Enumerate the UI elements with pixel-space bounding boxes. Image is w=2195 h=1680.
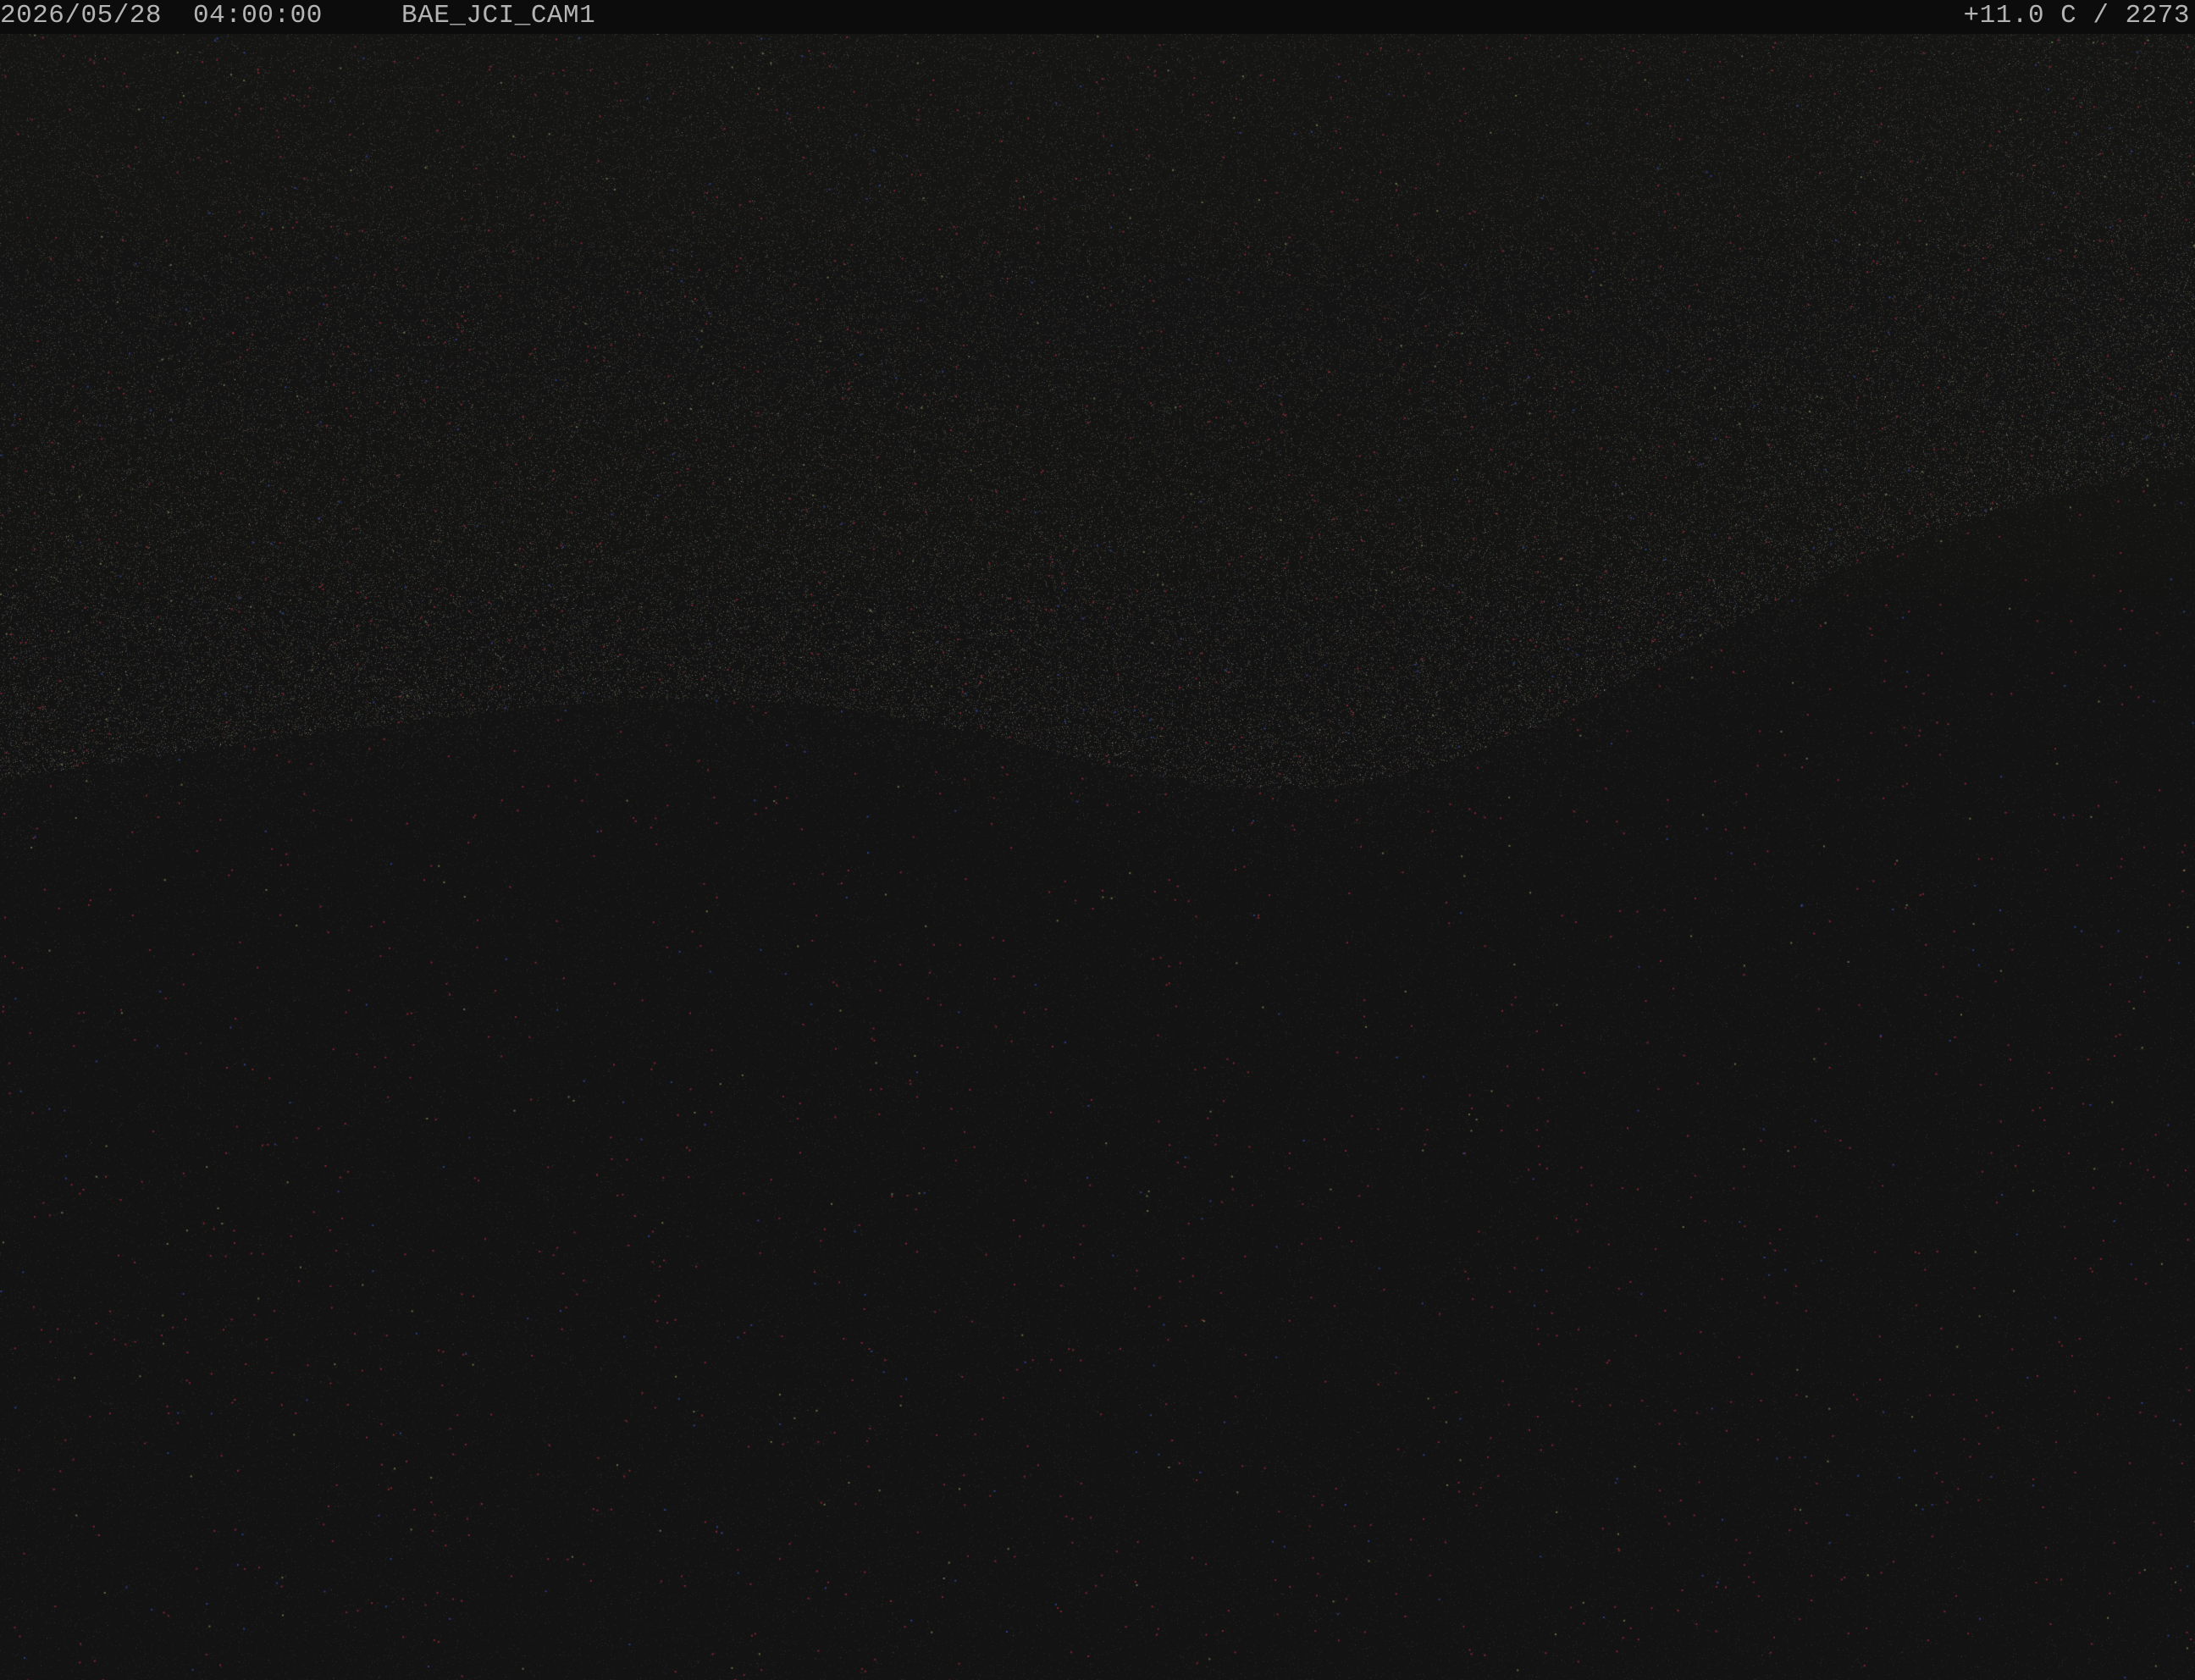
osd-date: 2026/05/28 <box>0 1 163 30</box>
osd-frame-value: 2273 <box>2125 1 2190 30</box>
osd-sensor-readout: +11.0 C / 2273 <box>1964 0 2190 34</box>
camera-frame: 2026/05/28 04:00:00 BAE_JCI_CAM1 +11.0 C… <box>0 0 2195 1680</box>
osd-separator: / <box>2076 1 2126 30</box>
osd-temperature: +11.0 C <box>1963 1 2077 30</box>
osd-overlay-bar: 2026/05/28 04:00:00 BAE_JCI_CAM1 +11.0 C… <box>0 0 2195 34</box>
night-sky-image <box>0 0 2195 1680</box>
osd-time: 04:00:00 <box>193 1 323 30</box>
osd-camera-name: BAE_JCI_CAM1 <box>401 1 596 30</box>
